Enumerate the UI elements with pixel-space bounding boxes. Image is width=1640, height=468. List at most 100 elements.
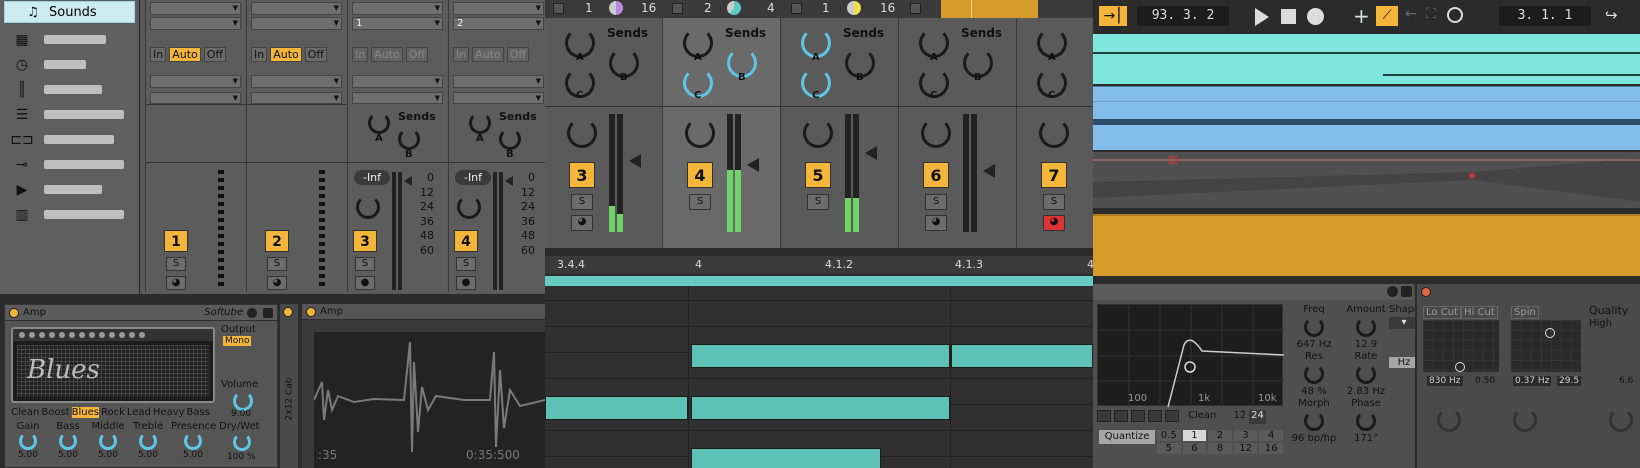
monitor-in-button[interactable]: In [251,47,268,62]
browser-item[interactable]: ⊏⊐ [0,127,139,152]
track-fold-toggle[interactable] [672,3,683,14]
session-record-icon[interactable] [1447,7,1463,23]
follow-button[interactable]: →⎮ [1099,6,1127,26]
spin-pad[interactable] [1511,320,1581,372]
save-preset-icon[interactable] [263,307,273,318]
output-channel-select[interactable] [453,92,544,104]
automation-arm-icon[interactable]: ⟋ [1376,6,1398,26]
clip-orange[interactable] [1093,214,1640,276]
quantize-toggle[interactable]: Quantize [1099,430,1155,444]
midi-note[interactable] [691,344,950,368]
arm-button[interactable]: ◕ [925,215,947,231]
filter-morph-icon[interactable] [1165,410,1179,422]
send-b-knob[interactable] [398,128,420,150]
browser-item[interactable]: ◷ [0,52,139,77]
monitor-off-button[interactable]: Off [304,47,328,62]
clip-slot-orange[interactable] [941,0,1038,18]
capture-icon[interactable]: ⛶ [1426,6,1436,22]
q-field[interactable]: 0.50 [1475,376,1495,386]
input-channel-select[interactable] [251,17,342,30]
bass-knob[interactable] [59,432,77,450]
model-boost[interactable]: Boost [41,407,69,418]
browser-item[interactable]: ▥ [0,202,139,227]
fader-handle-icon[interactable] [983,164,995,178]
model-lead[interactable]: Lead [127,407,151,418]
loop-start-position[interactable]: 3. 1. 1 [1499,6,1591,26]
filter-highpass-icon[interactable] [1114,410,1128,422]
arm-button[interactable]: ● [355,276,375,290]
phase-knob[interactable] [1356,411,1376,431]
arm-button[interactable]: ◕ [166,276,186,290]
drywet-knob[interactable] [233,433,251,451]
track-activator[interactable]: 4 [687,162,713,188]
q-option[interactable]: 0.5 [1157,430,1181,441]
input-channel-select[interactable]: 1 [352,17,443,30]
volume-display[interactable]: -Inf [354,170,390,185]
output-type-select[interactable] [352,75,443,88]
model-clean[interactable]: Clean [11,407,39,418]
model-heavy[interactable]: Heavy [153,407,185,418]
track-activator[interactable]: 7 [1041,162,1067,188]
monitor-off-button[interactable]: Off [405,47,429,62]
solo-button[interactable]: S [925,194,947,210]
pan-knob[interactable] [457,195,481,219]
input-channel-select[interactable] [150,17,241,30]
browser-item[interactable]: ║ [0,77,139,102]
record-icon[interactable] [1307,8,1324,25]
monitor-off-button[interactable]: Off [506,47,530,62]
track-activator[interactable]: 3 [569,162,595,188]
arm-button[interactable]: ● [456,276,476,290]
loop-icon[interactable]: ↪ [1605,6,1618,24]
model-bass[interactable]: Bass [187,407,210,418]
solo-button[interactable]: S [571,194,593,210]
model-rock[interactable]: Rock [101,407,125,418]
automation-lane[interactable] [1093,152,1640,208]
back-to-arrangement-icon[interactable]: ← [1405,6,1417,22]
middle-knob[interactable] [99,432,117,450]
hicut-button[interactable]: Hi Cut [1461,306,1498,319]
add-icon[interactable]: + [1353,4,1370,28]
track-activator[interactable]: 4 [454,230,478,252]
output-channel-select[interactable] [150,92,241,104]
track-activator[interactable]: 3 [353,230,377,252]
rate-knob[interactable] [1356,364,1376,384]
output-field[interactable]: 6.6 [1619,376,1633,386]
presence-knob[interactable] [184,432,202,450]
fader-handle-icon[interactable] [505,176,513,186]
save-preset-icon[interactable] [1401,286,1412,297]
monitor-auto-button[interactable]: Auto [371,47,403,62]
output-type-select[interactable] [251,75,342,88]
fader-handle-icon[interactable] [865,146,877,160]
gain-knob[interactable] [19,432,37,450]
send-a-knob[interactable] [469,112,491,134]
volume-knob[interactable] [233,391,253,411]
output-channel-select[interactable] [251,92,342,104]
monitor-in-button[interactable]: In [352,47,369,62]
device-on-toggle[interactable] [283,307,293,317]
input-type-select[interactable] [150,2,241,15]
track-activator[interactable]: 6 [923,162,949,188]
pan-knob[interactable] [921,118,951,148]
volume-display[interactable]: -Inf [455,170,491,185]
arm-button[interactable]: ◕ [1043,215,1065,231]
input-type-select[interactable] [453,2,544,15]
pan-knob[interactable] [567,118,597,148]
solo-button[interactable]: S [807,194,829,210]
track-fold-toggle[interactable] [910,3,921,14]
input-type-select[interactable] [352,2,443,15]
monitor-in-button[interactable]: In [453,47,470,62]
filter-circuit-select[interactable]: Clean [1188,410,1216,424]
device-on-toggle[interactable] [306,306,316,317]
browser-item[interactable]: ☰ [0,102,139,127]
q-option[interactable]: 6 [1182,443,1207,454]
browser-item[interactable]: ▦ [0,27,139,52]
arm-button[interactable]: ◕ [571,215,593,231]
q-option[interactable]: 3 [1233,430,1258,441]
loop-region-bar[interactable] [545,276,1093,286]
monitor-in-button[interactable]: In [150,47,167,62]
midi-note-grid[interactable] [545,286,1093,468]
amount-knob[interactable] [1356,317,1376,337]
browser-item[interactable]: ▶ [0,177,139,202]
pan-knob[interactable] [803,118,833,148]
slope-12-button[interactable]: 12 [1233,410,1246,424]
